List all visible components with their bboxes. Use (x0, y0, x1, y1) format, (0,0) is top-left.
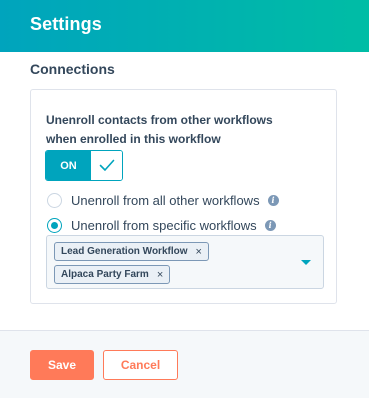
workflow-tag-label: Alpaca Party Farm (61, 269, 149, 280)
radio-all-workflows[interactable] (47, 192, 62, 208)
caret-down-icon[interactable] (301, 260, 311, 265)
radio-option-specific-workflows[interactable]: Unenroll from specific workflows i (47, 216, 276, 234)
page-title: Settings (30, 14, 102, 34)
remove-tag-icon[interactable]: × (196, 246, 202, 258)
checkmark-icon (99, 159, 114, 171)
unenroll-description: Unenroll contacts from other workflows w… (46, 113, 273, 146)
footer-bar: Save Cancel (0, 330, 369, 398)
radio-label-specific-workflows: Unenroll from specific workflows (71, 217, 257, 233)
info-icon[interactable]: i (267, 194, 279, 206)
unenroll-toggle[interactable]: ON (45, 150, 123, 181)
workflow-tag-lead-generation: Lead Generation Workflow × (54, 242, 209, 261)
toggle-thumb (91, 151, 122, 180)
workflow-tag-label: Lead Generation Workflow (61, 246, 188, 257)
radio-option-all-workflows[interactable]: Unenroll from all other workflows i (47, 191, 279, 209)
toggle-on-label: ON (46, 151, 91, 180)
radio-label-all-workflows: Unenroll from all other workflows (71, 192, 260, 208)
section-title-connections: Connections (30, 61, 115, 77)
cancel-button[interactable]: Cancel (103, 350, 178, 380)
settings-header: Settings (0, 0, 369, 52)
save-button[interactable]: Save (30, 350, 94, 380)
info-icon[interactable]: i (264, 219, 276, 231)
remove-tag-icon[interactable]: × (157, 269, 163, 281)
radio-specific-workflows[interactable] (47, 217, 62, 233)
workflow-multiselect[interactable]: Lead Generation Workflow × Alpaca Party … (46, 235, 324, 289)
unenroll-settings-card: Unenroll contacts from other workflows w… (30, 89, 337, 304)
workflow-tag-alpaca-party-farm: Alpaca Party Farm × (54, 265, 171, 284)
